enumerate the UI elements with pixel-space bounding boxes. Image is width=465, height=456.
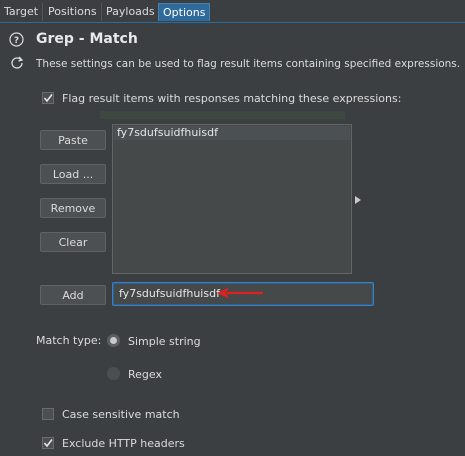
section-description: These settings can be used to flag resul… xyxy=(36,58,461,70)
load-button[interactable]: Load ... xyxy=(40,164,106,184)
check-icon xyxy=(43,94,53,103)
exclude-headers-label: Exclude HTTP headers xyxy=(62,437,185,450)
section-title: Grep - Match xyxy=(36,31,138,47)
flag-result-checkbox[interactable] xyxy=(42,92,54,104)
refresh-icon[interactable] xyxy=(10,55,24,69)
paste-button[interactable]: Paste xyxy=(40,130,106,150)
tab-target[interactable]: Target xyxy=(0,3,44,21)
tab-options[interactable]: Options xyxy=(158,3,211,21)
add-button[interactable]: Add xyxy=(40,285,106,305)
remove-button[interactable]: Remove xyxy=(40,198,106,218)
expand-arrow-icon[interactable] xyxy=(354,195,362,205)
radio-simple-string[interactable] xyxy=(107,334,120,347)
check-icon xyxy=(43,439,53,448)
regex-label: Regex xyxy=(128,368,162,381)
radio-regex[interactable] xyxy=(107,367,120,380)
red-arrow-annotation xyxy=(217,287,263,299)
help-icon[interactable]: ? xyxy=(9,32,24,47)
case-sensitive-label: Case sensitive match xyxy=(62,408,180,421)
match-type-label: Match type: xyxy=(36,334,102,347)
clear-button[interactable]: Clear xyxy=(40,232,106,252)
case-sensitive-checkbox[interactable] xyxy=(42,408,54,420)
tab-positions[interactable]: Positions xyxy=(44,3,102,21)
exclude-headers-checkbox[interactable] xyxy=(42,437,54,449)
simple-string-label: Simple string xyxy=(128,335,201,348)
add-expression-value: fy7sdufsuidfhuisdf xyxy=(119,287,220,300)
expression-list[interactable]: fy7sdufsuidfhuisdf xyxy=(112,124,352,274)
tab-bar: Target Positions Payloads Options xyxy=(0,0,465,23)
flag-result-label: Flag result items with responses matchin… xyxy=(62,92,402,105)
tab-payloads[interactable]: Payloads xyxy=(102,3,160,21)
blurred-overlay xyxy=(100,111,345,119)
list-item[interactable]: fy7sdufsuidfhuisdf xyxy=(114,126,350,140)
svg-text:?: ? xyxy=(14,36,19,46)
